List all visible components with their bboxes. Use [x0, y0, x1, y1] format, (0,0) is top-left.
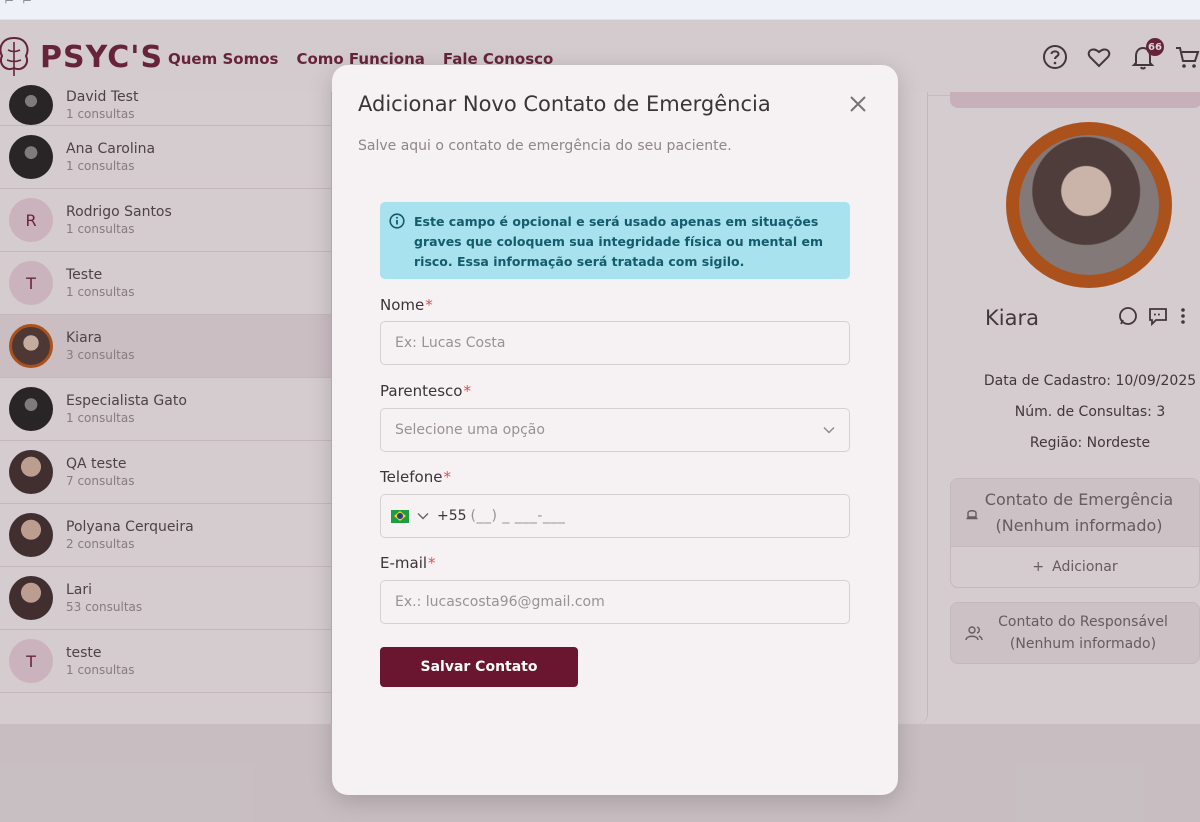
chevron-down-icon	[823, 427, 835, 434]
close-icon[interactable]	[847, 93, 869, 115]
modal-title: Adicionar Novo Contato de Emergência	[358, 92, 771, 116]
relation-label-text: Parentesco	[380, 382, 463, 400]
info-icon	[389, 213, 405, 229]
required-mark: *	[425, 296, 433, 314]
relation-label: Parentesco*	[380, 382, 471, 400]
browser-tab-fragment: ⌐ ⌐	[4, 0, 34, 8]
phone-country-code: +55	[437, 508, 467, 524]
phone-field: +55 (__) _ ___-___	[380, 494, 850, 538]
browser-strip: ⌐ ⌐	[0, 0, 1200, 20]
modal-subtitle: Salve aqui o contato de emergência do se…	[358, 138, 732, 154]
required-mark: *	[463, 382, 472, 400]
phone-label: Telefone*	[380, 468, 451, 486]
country-chevron-icon[interactable]	[417, 512, 429, 520]
phone-input[interactable]: (__) _ ___-___	[471, 508, 566, 524]
required-mark: *	[428, 554, 436, 572]
brazil-flag-icon[interactable]	[391, 509, 409, 523]
emergency-contact-modal: Adicionar Novo Contato de Emergência Sal…	[332, 65, 898, 795]
name-label: Nome*	[380, 296, 433, 314]
email-label: E-mail*	[380, 554, 436, 572]
save-contact-button[interactable]: Salvar Contato	[380, 647, 578, 687]
name-label-text: Nome	[380, 296, 425, 314]
info-text: Este campo é opcional e será usado apena…	[414, 214, 823, 269]
phone-label-text: Telefone	[380, 468, 443, 486]
relation-select[interactable]: Selecione uma opção	[380, 408, 850, 452]
name-input[interactable]	[380, 321, 850, 365]
email-label-text: E-mail	[380, 554, 428, 572]
relation-select-value: Selecione uma opção	[395, 422, 545, 438]
info-alert: Este campo é opcional e será usado apena…	[380, 202, 850, 279]
required-mark: *	[443, 468, 451, 486]
email-input[interactable]	[380, 580, 850, 624]
